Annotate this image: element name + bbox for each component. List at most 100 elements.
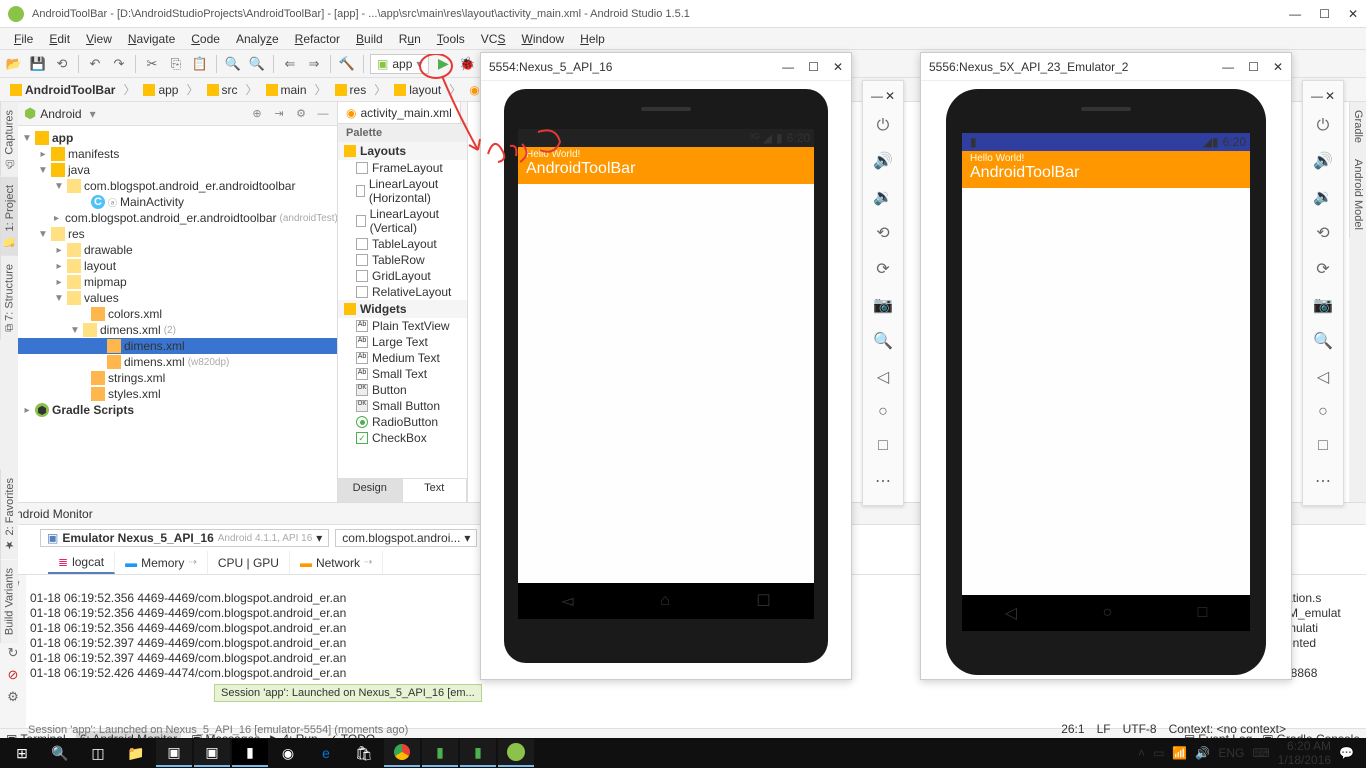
tree-java[interactable]: ▼java [18,162,337,178]
palette-mediumtext[interactable]: AbMedium Text [338,350,467,366]
emu2-home-icon[interactable]: ○ [1102,604,1112,622]
run-config-select[interactable]: ▣app▾ [370,54,429,74]
tree-mainactivity[interactable]: CⓐMainActivity [18,194,337,210]
palette-smalltext[interactable]: AbSmall Text [338,366,467,382]
menu-navigate[interactable]: Navigate [120,30,183,48]
nav-back-icon[interactable]: ◁ [863,359,903,395]
emu2-close[interactable]: ✕ [1273,60,1283,74]
menu-file[interactable]: FFileile [6,30,41,48]
tree-values[interactable]: ▼values [18,290,337,306]
zoom-icon[interactable]: 🔍 [1303,323,1343,359]
palette-tablerow[interactable]: TableRow [338,252,467,268]
tray-up-icon[interactable]: ˄ [1138,746,1145,760]
bc-layout[interactable]: layout [390,82,445,98]
window-maximize[interactable]: ☐ [1319,7,1330,21]
volume-down-icon[interactable]: 🔉 [863,179,903,215]
copy-icon[interactable]: ⎘ [166,54,186,74]
emu1-close[interactable]: ✕ [833,60,843,74]
nav-recent-icon[interactable]: □ [1303,429,1343,463]
taskbar-studio[interactable] [498,739,534,767]
zoom-icon[interactable]: 🔍 [863,323,903,359]
tab-network[interactable]: ▬Network⇢ [290,551,383,574]
paste-icon[interactable]: 📋 [190,54,210,74]
sidetab-build-variants[interactable]: Build Variants [0,560,18,643]
gear-icon[interactable]: ⚙ [293,106,309,122]
tray-notifications-icon[interactable]: 💬 [1339,746,1354,760]
nav-recent-icon[interactable]: □ [863,429,903,463]
emu1-title[interactable]: 5554:Nexus_5_API_16—☐✕ [481,53,851,81]
debug-button[interactable]: 🐞 [457,54,477,74]
camera-icon[interactable]: 📷 [1303,287,1343,323]
emu1-ctrl-close[interactable]: ✕ [885,89,895,103]
rotate-left-icon[interactable]: ⟲ [1303,215,1343,251]
line-ending[interactable]: LF [1097,722,1111,736]
tree-manifests[interactable]: ▸manifests [18,146,337,162]
more-icon[interactable]: ⋯ [1303,463,1343,499]
menu-code[interactable]: Code [183,30,228,48]
palette-framelayout[interactable]: FrameLayout [338,160,467,176]
palette-linearlayout-h[interactable]: LinearLayout (Horizontal) [338,176,467,206]
replace-icon[interactable]: 🔍 [247,54,267,74]
menu-vcs[interactable]: VCS [473,30,514,48]
power-icon[interactable]: ⏻ [863,109,903,143]
taskbar-chrome[interactable]: ◉ [270,739,306,767]
restart-icon[interactable]: ↻ [8,645,19,661]
palette-largetext[interactable]: AbLarge Text [338,334,467,350]
run-button[interactable]: ▶ [433,54,453,74]
menu-analyze[interactable]: Analyze [228,30,287,48]
tree-app[interactable]: ▼app [18,130,337,146]
emu2-back-icon[interactable]: ◁ [1005,603,1017,623]
tree-drawable[interactable]: ▸drawable [18,242,337,258]
tree-dimens-group[interactable]: ▼dimens.xml (2) [18,322,337,338]
tree-strings[interactable]: strings.xml [18,370,337,386]
tree-dimens1[interactable]: dimens.xml [18,338,337,354]
menu-refactor[interactable]: Refactor [287,30,348,48]
menu-run[interactable]: Run [391,30,429,48]
taskbar-app1[interactable]: ▣ [156,739,192,767]
menu-help[interactable]: Help [572,30,613,48]
bc-project[interactable]: AndroidToolBar [6,82,119,98]
settings-log-icon[interactable]: ⚙ [7,689,19,705]
tree-styles[interactable]: styles.xml [18,386,337,402]
volume-up-icon[interactable]: 🔊 [1303,143,1343,179]
close-log-icon[interactable]: ⊘ [8,667,19,683]
palette-linearlayout-v[interactable]: LinearLayout (Vertical) [338,206,467,236]
taskbar-cmd[interactable]: ▮ [232,739,268,767]
task-view-icon[interactable]: ◫ [80,739,116,767]
sidetab-android-model[interactable]: Android Model [1349,151,1366,238]
tray-time[interactable]: 6:20 AM [1278,739,1331,753]
taskbar-app2[interactable]: ▣ [194,739,230,767]
tab-cpu[interactable]: CPU | GPU [208,551,290,574]
collapse-icon[interactable]: ⇥ [271,106,287,122]
find-icon[interactable]: 🔍 [223,54,243,74]
emu2-max[interactable]: ☐ [1248,60,1259,74]
save-icon[interactable]: 💾 [28,54,48,74]
sidetab-structure[interactable]: ⧉ 7: Structure [0,256,18,340]
bc-main[interactable]: main [262,82,311,98]
context[interactable]: Context: <no context> [1169,722,1286,736]
rotate-right-icon[interactable]: ⟳ [1303,251,1343,287]
hide-icon[interactable]: — [315,106,331,122]
tree-dimens2[interactable]: dimens.xml (w820dp) [18,354,337,370]
more-icon[interactable]: ⋯ [863,463,903,499]
make-icon[interactable]: 🔨 [337,54,357,74]
menu-build[interactable]: Build [348,30,391,48]
emu1-ctrl-min[interactable]: — [871,89,883,103]
search-icon[interactable]: 🔍 [42,739,78,767]
caret-pos[interactable]: 26:1 [1061,722,1084,736]
taskbar-explorer[interactable]: 📁 [118,739,154,767]
emu2-min[interactable]: — [1222,60,1234,74]
emu1-max[interactable]: ☐ [808,60,819,74]
tab-logcat[interactable]: ≣logcat [48,551,115,574]
tray-lang[interactable]: ENG [1218,746,1244,760]
window-minimize[interactable]: — [1289,7,1301,21]
project-view-select[interactable]: ⬢Android▾ [24,105,96,122]
emu2-title[interactable]: 5556:Nexus_5X_API_23_Emulator_2—☐✕ [921,53,1291,81]
bc-src[interactable]: src [203,82,242,98]
taskbar-emu1[interactable]: ▮ [422,739,458,767]
cut-icon[interactable]: ✂ [142,54,162,74]
rotate-right-icon[interactable]: ⟳ [863,251,903,287]
emu2-ctrl-min[interactable]: — [1311,89,1323,103]
window-close[interactable]: ✕ [1348,7,1358,21]
tree-gradle[interactable]: ▸⬢Gradle Scripts [18,402,337,418]
